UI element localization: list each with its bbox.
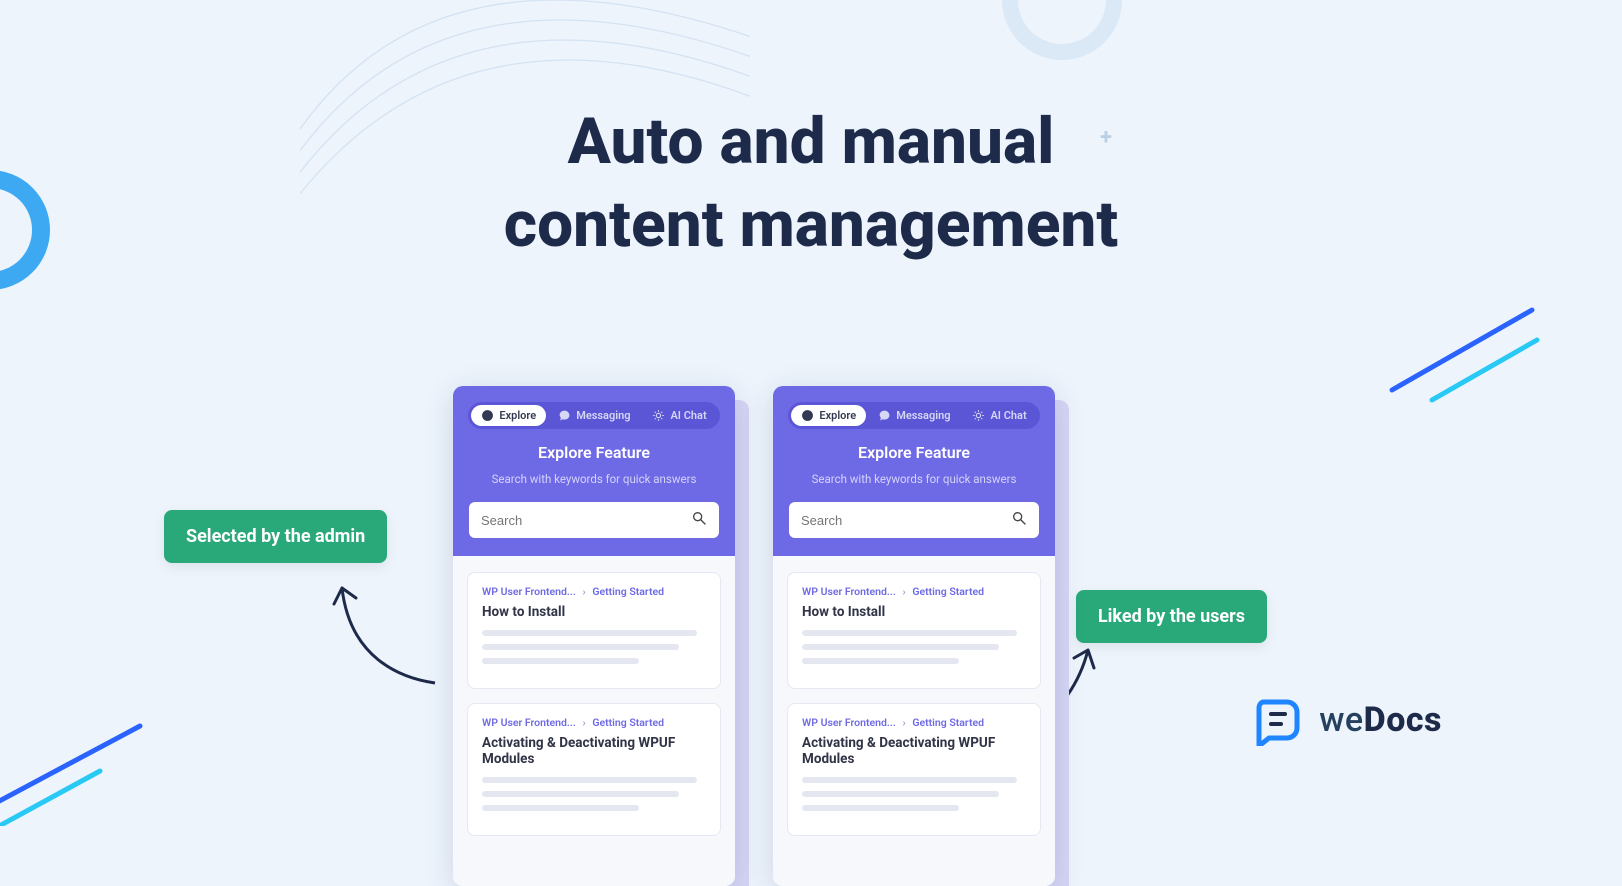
panel-body: WP User Frontend... › Getting Started Ho… xyxy=(453,556,735,886)
doc-card[interactable]: WP User Frontend... › Getting Started Ac… xyxy=(787,703,1041,836)
chevron-right-icon: › xyxy=(903,585,906,598)
doc-card[interactable]: WP User Frontend... › Getting Started Ho… xyxy=(467,572,721,689)
search-icon xyxy=(691,510,707,530)
doc-card-title: How to Install xyxy=(482,604,706,620)
decorative-circle-left xyxy=(0,170,50,290)
tab-explore-label: Explore xyxy=(819,409,856,422)
doc-card-title: Activating & Deactivating WPUF Modules xyxy=(802,735,1026,767)
admin-label-text: Selected by the admin xyxy=(186,526,365,547)
breadcrumb: WP User Frontend... › Getting Started xyxy=(482,585,706,598)
users-label-badge: Liked by the users xyxy=(1076,590,1267,643)
tab-messaging-label: Messaging xyxy=(576,409,630,422)
text-skeleton xyxy=(802,630,1017,636)
text-skeleton xyxy=(802,805,959,811)
search-icon xyxy=(1011,510,1027,530)
users-label-text: Liked by the users xyxy=(1098,606,1245,627)
panel-title: Explore Feature xyxy=(469,443,719,462)
crumb-leaf: Getting Started xyxy=(912,585,984,598)
headline-line-1: Auto and manual xyxy=(568,104,1055,179)
text-skeleton xyxy=(802,777,1017,783)
admin-label-badge: Selected by the admin xyxy=(164,510,387,563)
headline-line-2: content management xyxy=(504,187,1119,262)
breadcrumb: WP User Frontend... › Getting Started xyxy=(482,716,706,729)
text-skeleton xyxy=(482,805,639,811)
doc-card[interactable]: WP User Frontend... › Getting Started Ho… xyxy=(787,572,1041,689)
text-skeleton xyxy=(482,777,697,783)
crumb-leaf: Getting Started xyxy=(912,716,984,729)
tab-aichat[interactable]: AI Chat xyxy=(962,405,1036,426)
chevron-right-icon: › xyxy=(903,716,906,729)
search-bar[interactable] xyxy=(469,502,719,538)
tab-explore[interactable]: Explore xyxy=(791,405,866,426)
panel-tabs: Explore Messaging AI Chat xyxy=(468,402,719,429)
tab-aichat-label: AI Chat xyxy=(990,409,1026,422)
brand-logo: weDocs xyxy=(1253,694,1442,746)
text-skeleton xyxy=(482,644,679,650)
tab-explore-label: Explore xyxy=(499,409,536,422)
decorative-circle-top xyxy=(1002,0,1122,60)
tab-messaging-label: Messaging xyxy=(896,409,950,422)
crumb-root: WP User Frontend... xyxy=(482,716,576,729)
page-headline: Auto and manual content management xyxy=(361,100,1261,266)
doc-card-title: How to Install xyxy=(802,604,1026,620)
aichat-icon xyxy=(652,409,665,422)
decorative-lines-right xyxy=(1382,300,1542,410)
crumb-root: WP User Frontend... xyxy=(802,716,896,729)
search-bar[interactable] xyxy=(789,502,1039,538)
arrow-left xyxy=(330,568,440,688)
text-skeleton xyxy=(802,644,999,650)
chevron-right-icon: › xyxy=(583,716,586,729)
tab-aichat[interactable]: AI Chat xyxy=(642,405,716,426)
explore-icon xyxy=(801,409,814,422)
text-skeleton xyxy=(802,658,959,664)
doc-card-title: Activating & Deactivating WPUF Modules xyxy=(482,735,706,767)
panel-tabs: Explore Messaging AI Chat xyxy=(788,402,1039,429)
panel-title: Explore Feature xyxy=(789,443,1039,462)
crumb-leaf: Getting Started xyxy=(592,716,664,729)
brand-name-bold: Docs xyxy=(1364,700,1442,740)
text-skeleton xyxy=(482,658,639,664)
panel-header: Explore Messaging AI Chat Explore Featur… xyxy=(453,386,735,556)
panel-subtitle: Search with keywords for quick answers xyxy=(469,472,719,486)
chevron-right-icon: › xyxy=(583,585,586,598)
tab-explore[interactable]: Explore xyxy=(471,405,546,426)
text-skeleton xyxy=(482,630,697,636)
brand-logo-text: weDocs xyxy=(1319,700,1442,740)
crumb-root: WP User Frontend... xyxy=(482,585,576,598)
aichat-icon xyxy=(972,409,985,422)
widget-panel-admin: Explore Messaging AI Chat Explore Featur… xyxy=(453,386,735,886)
doc-card[interactable]: WP User Frontend... › Getting Started Ac… xyxy=(467,703,721,836)
breadcrumb: WP User Frontend... › Getting Started xyxy=(802,716,1026,729)
brand-name-light: we xyxy=(1319,700,1363,740)
text-skeleton xyxy=(802,791,999,797)
text-skeleton xyxy=(482,791,679,797)
messaging-icon xyxy=(878,409,891,422)
breadcrumb: WP User Frontend... › Getting Started xyxy=(802,585,1026,598)
crumb-root: WP User Frontend... xyxy=(802,585,896,598)
crumb-leaf: Getting Started xyxy=(592,585,664,598)
widget-panel: Explore Messaging AI Chat Explore Featur… xyxy=(453,386,735,886)
search-input[interactable] xyxy=(801,513,1011,528)
messaging-icon xyxy=(558,409,571,422)
search-input[interactable] xyxy=(481,513,691,528)
widget-panel-users: Explore Messaging AI Chat Explore Featur… xyxy=(773,386,1055,886)
tab-messaging[interactable]: Messaging xyxy=(548,405,640,426)
panel-body: WP User Frontend... › Getting Started Ho… xyxy=(773,556,1055,886)
tab-messaging[interactable]: Messaging xyxy=(868,405,960,426)
tab-aichat-label: AI Chat xyxy=(670,409,706,422)
explore-icon xyxy=(481,409,494,422)
panel-header: Explore Messaging AI Chat Explore Featur… xyxy=(773,386,1055,556)
widget-panel: Explore Messaging AI Chat Explore Featur… xyxy=(773,386,1055,886)
decorative-lines-bottom-left xyxy=(0,716,150,826)
brand-logo-icon xyxy=(1253,694,1305,746)
panel-subtitle: Search with keywords for quick answers xyxy=(789,472,1039,486)
